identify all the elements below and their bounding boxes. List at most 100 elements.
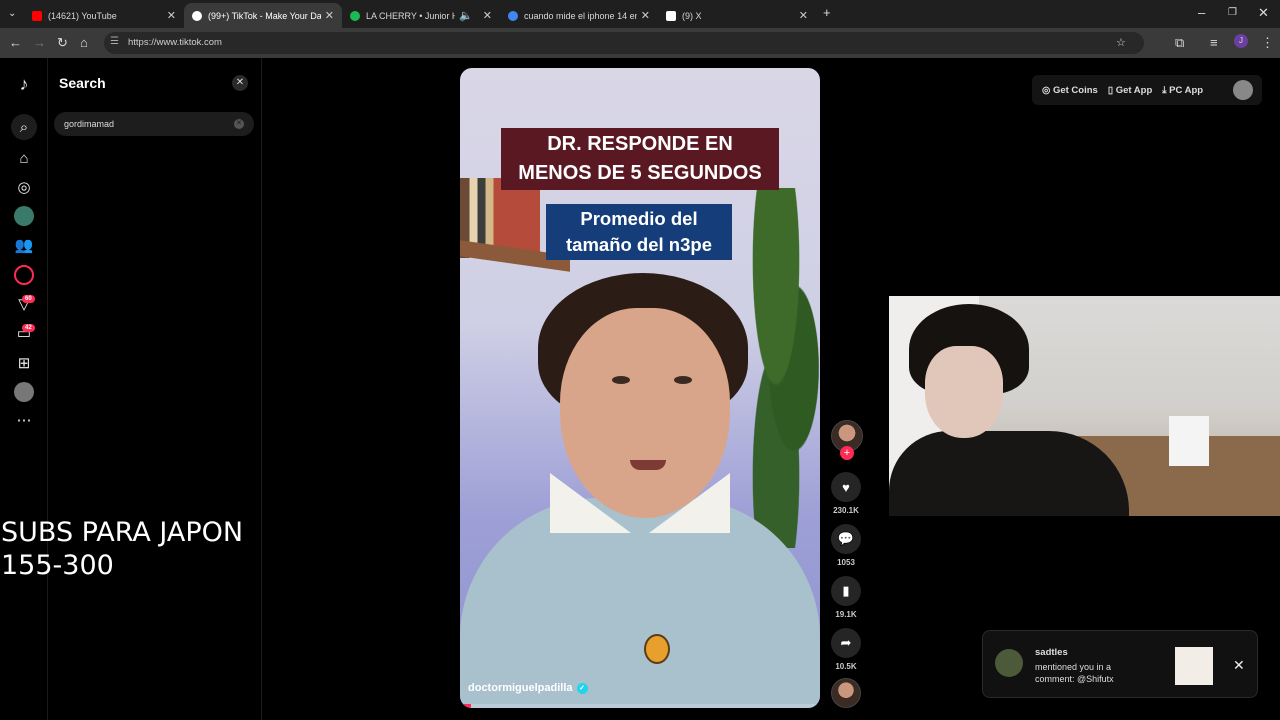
reload-icon[interactable]: ↻ (57, 35, 68, 51)
extensions-icon[interactable]: ⧉ (1175, 35, 1184, 51)
share-button[interactable]: ➦ 10.5K (831, 628, 861, 671)
site-info-icon[interactable]: ☰ (110, 36, 119, 47)
overlay-line-1: SUBS PARA JAPON (1, 517, 244, 548)
google-icon (508, 10, 518, 21)
top-right-actions: ◎ Get Coins ▯ Get App ⤓ PC App (1032, 75, 1262, 105)
close-window-icon[interactable]: ✕ (1258, 5, 1269, 21)
smiley-pin (644, 634, 670, 664)
close-notification-icon[interactable]: ✕ (1233, 657, 1245, 674)
follow-plus-icon[interactable]: + (840, 446, 854, 460)
stream-overlay-text: SUBS PARA JAPON 155-300 (1, 516, 243, 582)
share-icon: ➦ (831, 628, 861, 658)
sound-avatar-button[interactable] (831, 678, 861, 708)
forward-icon[interactable]: → (33, 35, 46, 51)
restore-icon[interactable]: ❐ (1228, 5, 1237, 21)
overlay-line-2: 155-300 (1, 550, 114, 581)
tab-title: cuando mide el iphone 14 en c (524, 10, 637, 21)
close-tab-icon[interactable]: ✕ (483, 9, 492, 22)
speaker-icon[interactable]: 🔈 (459, 9, 473, 22)
tab-google[interactable]: cuando mide el iphone 14 en c ✕ (500, 3, 658, 28)
live-icon[interactable] (14, 265, 34, 285)
webcam-person-face (925, 346, 1003, 438)
following-avatar-icon[interactable] (14, 206, 34, 226)
like-button[interactable]: ♥ 230.1K (831, 472, 861, 515)
notification-text: sadtles mentioned you in a comment: @Shi… (1035, 647, 1114, 684)
tiktok-icon (192, 10, 202, 21)
person-eye (612, 376, 630, 384)
browser-tab-bar: ⌄ (14621) YouTube ✕ (99+) TikTok - Make … (0, 0, 1280, 28)
share-count: 10.5K (835, 662, 857, 671)
media-icon[interactable]: ≡ (1210, 35, 1218, 51)
clear-search-icon[interactable]: ✕ (234, 119, 244, 129)
minimize-icon[interactable]: – (1198, 5, 1205, 21)
tab-title: (9) X (682, 10, 702, 21)
address-bar[interactable]: ☰ https://www.tiktok.com ☆ (104, 32, 1144, 54)
person-face (560, 308, 730, 518)
notification-thumbnail (1175, 647, 1213, 685)
save-count: 19.1K (835, 610, 857, 619)
like-count: 230.1K (833, 506, 859, 515)
new-tab-icon[interactable]: + (823, 5, 831, 21)
comment-button[interactable]: 💬 1053 (831, 524, 861, 567)
close-tab-icon[interactable]: ✕ (799, 9, 808, 22)
video-progress-bar[interactable] (460, 704, 820, 708)
tab-list-icon[interactable]: ⌄ (8, 6, 16, 22)
close-tab-icon[interactable]: ✕ (325, 9, 334, 22)
get-coins-button[interactable]: ◎ Get Coins (1042, 85, 1098, 96)
close-tab-icon[interactable]: ✕ (641, 9, 650, 22)
address-toolbar: ← → ↻ ⌂ ☰ https://www.tiktok.com ☆ ⧉ ≡ J… (0, 28, 1280, 58)
webcam-router (1169, 416, 1209, 466)
video-progress-fill (460, 704, 471, 708)
webcam-overlay (889, 296, 1280, 516)
back-icon[interactable]: ← (9, 35, 22, 51)
close-icon[interactable]: ✕ (232, 75, 248, 91)
friends-icon[interactable]: 👥 (14, 235, 34, 255)
person-mouth (630, 460, 666, 470)
search-input[interactable]: gordimamad ✕ (54, 112, 254, 136)
mention-notification[interactable]: sadtles mentioned you in a comment: @Shi… (982, 630, 1258, 698)
comment-count: 1053 (837, 558, 855, 567)
tab-youtube[interactable]: (14621) YouTube ✕ (24, 3, 184, 28)
sound-avatar (831, 678, 861, 708)
search-panel-title: Search (59, 75, 106, 91)
webcam-person-shirt (889, 431, 1129, 516)
tab-x[interactable]: (9) X ✕ (658, 3, 816, 28)
url-text: https://www.tiktok.com (128, 37, 222, 48)
search-icon[interactable]: ⌕ (11, 114, 37, 140)
tab-spotify[interactable]: LA CHERRY • Junior H 🔈 ✕ (342, 3, 500, 28)
bookmark-star-icon[interactable]: ☆ (1116, 36, 1126, 49)
profile-icon[interactable]: J (1234, 34, 1248, 48)
video-caption-subtitle: Promedio del tamaño del n3pe (546, 204, 732, 260)
video-author[interactable]: doctormiguelpadilla ✓ (468, 682, 588, 694)
close-tab-icon[interactable]: ✕ (167, 9, 176, 22)
search-panel: Search ✕ gordimamad ✕ (48, 58, 262, 720)
comment-icon: 💬 (831, 524, 861, 554)
home-icon[interactable]: ⌂ (80, 35, 88, 51)
person-sweater (460, 498, 820, 708)
verified-icon: ✓ (576, 682, 588, 694)
pc-app-button[interactable]: ⤓ PC App (1162, 85, 1203, 96)
menu-icon[interactable]: ⋮ (1261, 35, 1274, 51)
tab-tiktok[interactable]: (99+) TikTok - Make Your Day ✕ (184, 3, 342, 28)
tab-title: LA CHERRY • Junior H (366, 10, 456, 21)
messages-badge: 42 (22, 324, 35, 332)
more-icon[interactable]: ⋯ (14, 410, 34, 430)
profile-avatar-icon[interactable] (14, 382, 34, 402)
bookmark-icon: ▮ (831, 576, 861, 606)
spotify-icon (350, 10, 360, 21)
explore-icon[interactable]: ◎ (14, 177, 34, 197)
tab-title: (14621) YouTube (48, 10, 117, 21)
save-button[interactable]: ▮ 19.1K (831, 576, 861, 619)
upload-icon[interactable]: ⊞ (14, 353, 34, 373)
get-app-button[interactable]: ▯ Get App (1108, 85, 1152, 96)
search-query: gordimamad (64, 119, 115, 129)
activity-badge: 60 (22, 295, 35, 303)
tiktok-logo-icon[interactable]: ♪ (14, 74, 34, 94)
video-player[interactable]: DR. RESPONDE EN MENOS DE 5 SEGUNDOS Prom… (460, 68, 820, 708)
plant (740, 188, 820, 548)
video-caption-title: DR. RESPONDE EN MENOS DE 5 SEGUNDOS (501, 128, 779, 190)
notification-avatar (995, 649, 1023, 677)
profile-avatar[interactable] (1233, 80, 1253, 100)
home-icon[interactable]: ⌂ (14, 148, 34, 168)
youtube-icon (32, 10, 42, 21)
